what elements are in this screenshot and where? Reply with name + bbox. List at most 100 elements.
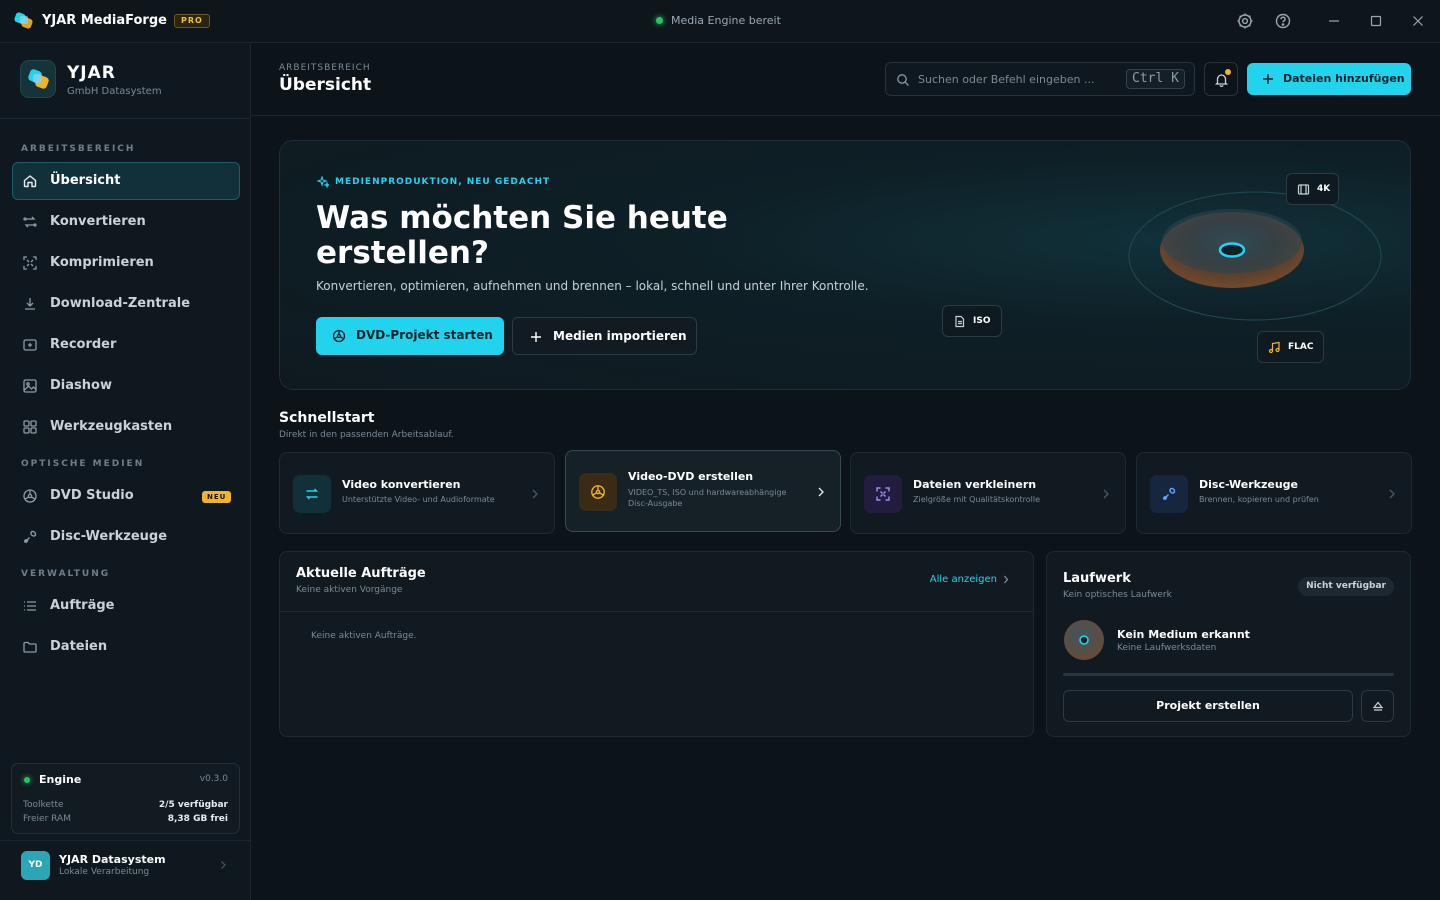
download-icon [25, 298, 35, 310]
disc-icon [23, 489, 37, 503]
chevron-right-icon [1004, 575, 1009, 584]
sidebar-item-dvd-studio[interactable]: DVD Studio NEU [12, 477, 240, 515]
compress-icon [23, 256, 37, 270]
disc-icon [332, 329, 346, 343]
engine-status-dot-icon [24, 777, 30, 783]
hero-banner: MEDIENPRODUKTION, NEU GEDACHT Was möchte… [279, 140, 1411, 390]
sidebar-item-download[interactable]: Download-Zentrale [12, 285, 240, 323]
card-title: Disc-Werkzeuge [1199, 478, 1299, 491]
ram-value: 8,38 GB frei [167, 814, 228, 824]
card-title: Dateien verkleinern [913, 478, 1037, 491]
section-label-optical-media: OPTISCHE MEDIEN [21, 459, 145, 469]
chip-iso-label: ISO [973, 316, 991, 326]
recorder-icon [23, 339, 37, 351]
search-input[interactable] [918, 71, 1108, 87]
import-media-button[interactable]: Medien importieren [512, 317, 697, 355]
drive-title: Laufwerk [1063, 571, 1131, 586]
app-logo-icon [14, 12, 33, 29]
ram-label: Freier RAM [23, 814, 71, 824]
chevron-right-icon [1389, 489, 1395, 499]
card-sub: Zielgröße mit Qualitätskontrolle [913, 495, 1041, 504]
card-sub: Brennen, kopieren und prüfen [1199, 495, 1319, 504]
list-icon [24, 601, 36, 611]
add-files-label: Dateien hinzufügen [1283, 72, 1405, 85]
plus-icon [1263, 74, 1273, 84]
create-project-button[interactable]: Projekt erstellen [1063, 690, 1353, 722]
folder-icon [23, 641, 37, 653]
sidebar-item-overview[interactable]: Übersicht [12, 162, 240, 200]
sidebar-item-label: Werkzeugkasten [50, 419, 173, 434]
search-icon [897, 74, 909, 86]
settings-icon[interactable] [1236, 12, 1254, 30]
disc-icon [591, 485, 605, 499]
new-badge: NEU [202, 491, 232, 503]
user-sub: Lokale Verarbeitung [59, 867, 150, 877]
sidebar-item-convert[interactable]: Konvertieren [12, 203, 240, 241]
toolchain-value: 2/5 verfügbar [158, 800, 228, 810]
sidebar-item-files[interactable]: Dateien [12, 628, 240, 666]
sidebar-item-label: Aufträge [50, 598, 115, 613]
app-name: YJAR MediaForge [42, 13, 167, 28]
drive-progress-bar [1063, 673, 1394, 676]
start-dvd-project-button[interactable]: DVD-Projekt starten [316, 317, 504, 355]
engine-status: Media Engine bereit [656, 14, 781, 27]
eject-button[interactable] [1361, 690, 1394, 722]
sidebar-item-slideshow[interactable]: Diashow [12, 367, 240, 405]
divider [280, 611, 1033, 612]
chevron-right-icon [221, 861, 226, 869]
sidebar-item-disc-tools[interactable]: Disc-Werkzeuge [12, 518, 240, 556]
user-name: YJAR Datasystem [59, 853, 166, 866]
sidebar-item-label: Recorder [50, 337, 117, 352]
help-icon[interactable] [1274, 12, 1292, 30]
brand-sub: GmbH Datasystem [67, 86, 162, 97]
quickstart-card-video-dvd[interactable]: Video-DVD erstellen VIDEO_TS, ISO und ha… [565, 450, 841, 532]
orders-empty-text: Keine aktiven Aufträge. [311, 631, 417, 641]
status-dot-icon [656, 17, 663, 24]
chevron-right-icon [532, 489, 538, 499]
file-icon [955, 315, 965, 328]
chevron-right-icon [1103, 489, 1109, 499]
sidebar-item-orders[interactable]: Aufträge [12, 587, 240, 625]
quickstart-card-disc-tools[interactable]: Disc-Werkzeuge Brennen, kopieren und prü… [1136, 452, 1412, 534]
search-box[interactable]: Ctrl K [885, 62, 1195, 96]
quickstart-card-compress[interactable]: Dateien verkleinern Zielgröße mit Qualit… [850, 452, 1126, 534]
quickstart-sub: Direkt in den passenden Arbeitsablauf. [279, 430, 454, 440]
film-icon [1297, 184, 1310, 195]
sidebar-item-toolbox[interactable]: Werkzeugkasten [12, 408, 240, 446]
close-icon[interactable] [1409, 12, 1427, 30]
start-dvd-project-label: DVD-Projekt starten [356, 328, 493, 342]
tool-icon [24, 530, 37, 543]
disc-icon [1064, 620, 1104, 660]
user-profile[interactable]: YD YJAR Datasystem Lokale Verarbeitung [0, 840, 250, 900]
import-media-label: Medien importieren [553, 329, 687, 343]
eject-icon [1372, 701, 1384, 711]
sidebar-item-label: Übersicht [50, 173, 121, 188]
card-title: Video konvertieren [342, 478, 461, 491]
disc-illustration [1128, 191, 1382, 321]
minimize-icon[interactable] [1325, 12, 1343, 30]
format-chip-flac: FLAC [1257, 331, 1324, 363]
add-files-button[interactable]: Dateien hinzufügen [1247, 63, 1411, 95]
orders-panel: Aktuelle Aufträge Keine aktiven Vorgänge… [279, 551, 1034, 737]
status-badge: Nicht verfügbar [1298, 577, 1394, 596]
grid-icon [23, 420, 37, 434]
sidebar-item-label: Diashow [50, 378, 112, 393]
card-icon-box [579, 473, 617, 511]
sidebar-item-recorder[interactable]: Recorder [12, 326, 240, 364]
sidebar-item-compress[interactable]: Komprimieren [12, 244, 240, 282]
notifications-button[interactable] [1204, 62, 1238, 96]
quickstart-title: Schnellstart [279, 410, 375, 426]
orders-sub: Keine aktiven Vorgänge [296, 585, 403, 595]
tool-icon [1163, 487, 1176, 500]
music-icon [1268, 341, 1280, 354]
section-label-administration: VERWALTUNG [21, 569, 111, 579]
maximize-icon[interactable] [1367, 12, 1385, 30]
hero-title: Was möchten Sie heute erstellen? [316, 200, 728, 271]
quickstart-card-convert[interactable]: Video konvertieren Unterstützte Video- u… [279, 452, 555, 534]
show-all-link[interactable]: Alle anzeigen [930, 574, 1009, 585]
card-title: Video-DVD erstellen [628, 470, 754, 483]
sidebar-item-label: Komprimieren [50, 255, 154, 270]
page-header: ARBEITSBEREICH Übersicht Ctrl K Dateien … [251, 43, 1440, 116]
brand: YJAR GmbH Datasystem [0, 43, 250, 119]
avatar: YD [21, 851, 50, 880]
